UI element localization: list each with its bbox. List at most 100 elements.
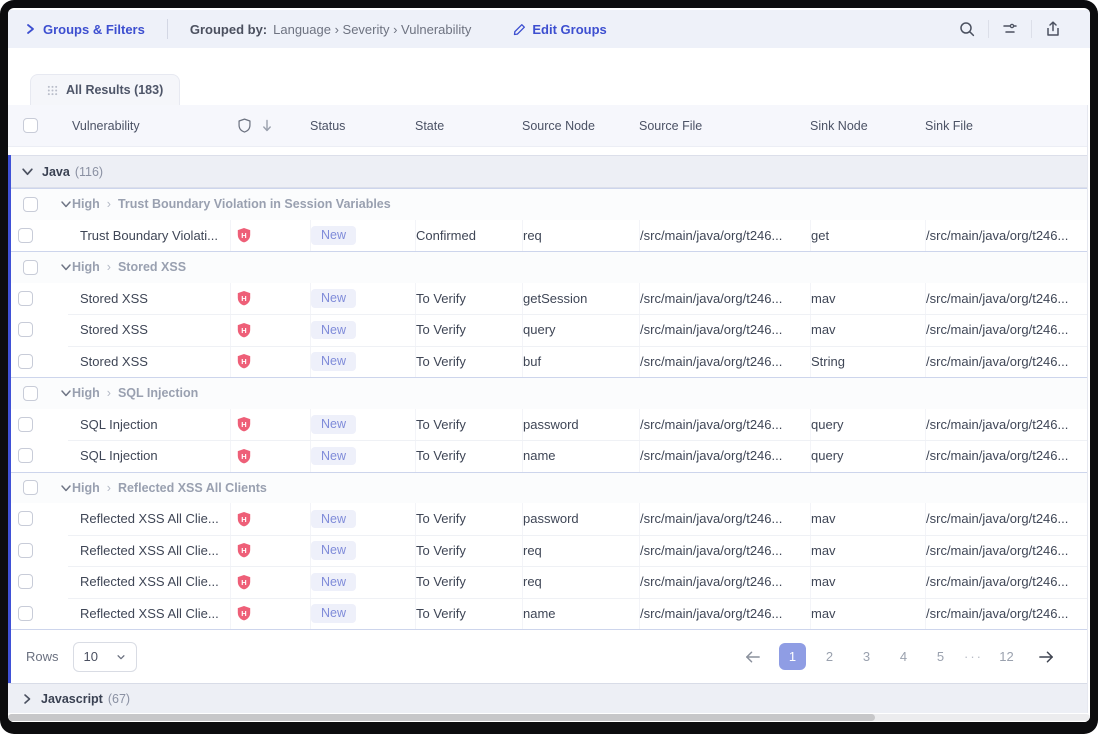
state-cell: To Verify	[415, 283, 522, 315]
scrollbar-thumb[interactable]	[8, 714, 875, 721]
table-row[interactable]: SQL Injection H New To Verify name /src/…	[8, 440, 1087, 472]
next-page-button[interactable]	[1030, 646, 1063, 668]
sink-node-cell: mav	[810, 566, 925, 598]
table-row[interactable]: Reflected XSS All Clie... H New To Verif…	[8, 535, 1087, 567]
grouped-by: Grouped by: Language › Severity › Vulner…	[190, 22, 472, 37]
row-checkbox[interactable]	[18, 543, 33, 558]
column-header-source-node[interactable]: Source Node	[522, 105, 639, 146]
subgroup-name: Reflected XSS All Clients	[118, 481, 267, 495]
groups-filters-toggle[interactable]: Groups & Filters	[24, 22, 145, 37]
row-checkbox[interactable]	[18, 606, 33, 621]
row-checkbox[interactable]	[18, 511, 33, 526]
row-checkbox[interactable]	[18, 228, 33, 243]
source-node-cell: name	[522, 598, 639, 630]
row-checkbox[interactable]	[18, 417, 33, 432]
sink-node-cell: mav	[810, 283, 925, 315]
chevron-down-icon[interactable]	[60, 198, 72, 210]
status-badge: New	[311, 352, 356, 371]
arrow-left-icon	[744, 650, 761, 664]
svg-text:H: H	[241, 357, 246, 366]
rows-per-page-select[interactable]: 10	[73, 642, 137, 672]
page-button-1[interactable]: 1	[779, 643, 806, 670]
sink-node-cell: query	[810, 409, 925, 441]
row-checkbox[interactable]	[18, 354, 33, 369]
column-header-state[interactable]: State	[415, 105, 522, 146]
page-button-5[interactable]: 5	[927, 643, 954, 670]
high-severity-icon: H	[236, 542, 252, 558]
page-button-2[interactable]: 2	[816, 643, 843, 670]
column-header-sink-node[interactable]: Sink Node	[810, 105, 925, 146]
sink-file-cell: /src/main/java/org/t246...	[925, 566, 1087, 598]
edit-groups-button[interactable]: Edit Groups	[513, 22, 606, 37]
subgroup-header[interactable]: High › Stored XSS	[8, 251, 1087, 283]
page-button-4[interactable]: 4	[890, 643, 917, 670]
column-header-sink-file[interactable]: Sink File	[925, 105, 1087, 146]
table-row[interactable]: SQL Injection H New To Verify password /…	[8, 409, 1087, 441]
subgroup-header[interactable]: High › Trust Boundary Violation in Sessi…	[8, 188, 1087, 220]
table-row[interactable]: Stored XSS H New To Verify buf /src/main…	[8, 346, 1087, 378]
subgroup-header[interactable]: High › SQL Injection	[8, 377, 1087, 409]
high-severity-icon: H	[236, 322, 252, 338]
vulnerability-cell: Stored XSS	[80, 314, 230, 346]
chevron-down-icon[interactable]	[60, 387, 72, 399]
subgroup-header[interactable]: High › Reflected XSS All Clients	[8, 472, 1087, 504]
state-cell: To Verify	[415, 566, 522, 598]
subgroup-checkbox[interactable]	[23, 386, 38, 401]
results-table: Vulnerability Status State Source Node S…	[8, 105, 1088, 713]
state-cell: To Verify	[415, 440, 522, 472]
column-header-vulnerability[interactable]: Vulnerability	[72, 105, 230, 146]
subgroup-checkbox[interactable]	[23, 260, 38, 275]
chevron-down-icon[interactable]	[60, 482, 72, 494]
group-count: (67)	[108, 692, 130, 706]
table-row[interactable]: Stored XSS H New To Verify query /src/ma…	[8, 314, 1087, 346]
subgroup-checkbox[interactable]	[23, 197, 38, 212]
toolbar-divider	[167, 19, 168, 39]
source-node-cell: query	[522, 314, 639, 346]
svg-text:H: H	[241, 231, 246, 240]
column-header-severity[interactable]	[230, 105, 310, 146]
source-node-cell: req	[522, 566, 639, 598]
page-button-12[interactable]: 12	[993, 643, 1020, 670]
source-node-cell: buf	[522, 346, 639, 378]
row-checkbox[interactable]	[18, 291, 33, 306]
row-checkbox[interactable]	[18, 574, 33, 589]
table-row[interactable]: Reflected XSS All Clie... H New To Verif…	[8, 598, 1087, 630]
breadcrumb-separator: ›	[107, 260, 111, 274]
filter-button[interactable]	[989, 16, 1031, 42]
source-file-cell: /src/main/java/org/t246...	[639, 535, 810, 567]
table-row[interactable]: Reflected XSS All Clie... H New To Verif…	[8, 503, 1087, 535]
previous-page-button[interactable]	[736, 646, 769, 668]
svg-text:H: H	[241, 326, 246, 335]
table-row[interactable]: Reflected XSS All Clie... H New To Verif…	[8, 566, 1087, 598]
group-header-javascript[interactable]: Javascript (67)	[8, 683, 1087, 713]
pagination-bar: Rows 10 1 2 3 4 5 ··· 12	[8, 629, 1087, 683]
sink-file-cell: /src/main/java/org/t246...	[925, 409, 1087, 441]
pager: 1 2 3 4 5 ··· 12	[736, 643, 1063, 670]
status-badge: New	[311, 447, 356, 466]
chevron-down-icon[interactable]	[60, 261, 72, 273]
row-checkbox[interactable]	[18, 448, 33, 463]
export-button[interactable]	[1032, 16, 1074, 42]
sink-file-cell: /src/main/java/org/t246...	[925, 314, 1087, 346]
export-icon	[1044, 20, 1062, 38]
subgroup-name: Stored XSS	[118, 260, 186, 274]
sink-file-cell: /src/main/java/org/t246...	[925, 346, 1087, 378]
tab-bar: All Results (183)	[8, 74, 1090, 105]
table-row[interactable]: Stored XSS H New To Verify getSession /s…	[8, 283, 1087, 315]
search-button[interactable]	[946, 16, 988, 42]
svg-text:H: H	[241, 609, 246, 618]
app-screen: Groups & Filters Grouped by: Language › …	[8, 8, 1090, 722]
select-all-checkbox[interactable]	[23, 118, 38, 133]
column-header-status[interactable]: Status	[310, 105, 415, 146]
column-header-source-file[interactable]: Source File	[639, 105, 810, 146]
table-row[interactable]: Trust Boundary Violati... H New Confirme…	[8, 220, 1087, 252]
page-ellipsis[interactable]: ···	[964, 649, 983, 664]
high-severity-icon: H	[236, 511, 252, 527]
sink-node-cell: mav	[810, 535, 925, 567]
subgroup-checkbox[interactable]	[23, 480, 38, 495]
row-checkbox[interactable]	[18, 322, 33, 337]
group-header-java[interactable]: Java (116)	[8, 155, 1087, 188]
tab-all-results[interactable]: All Results (183)	[30, 74, 180, 105]
page-button-3[interactable]: 3	[853, 643, 880, 670]
breadcrumb-separator: ›	[107, 481, 111, 495]
